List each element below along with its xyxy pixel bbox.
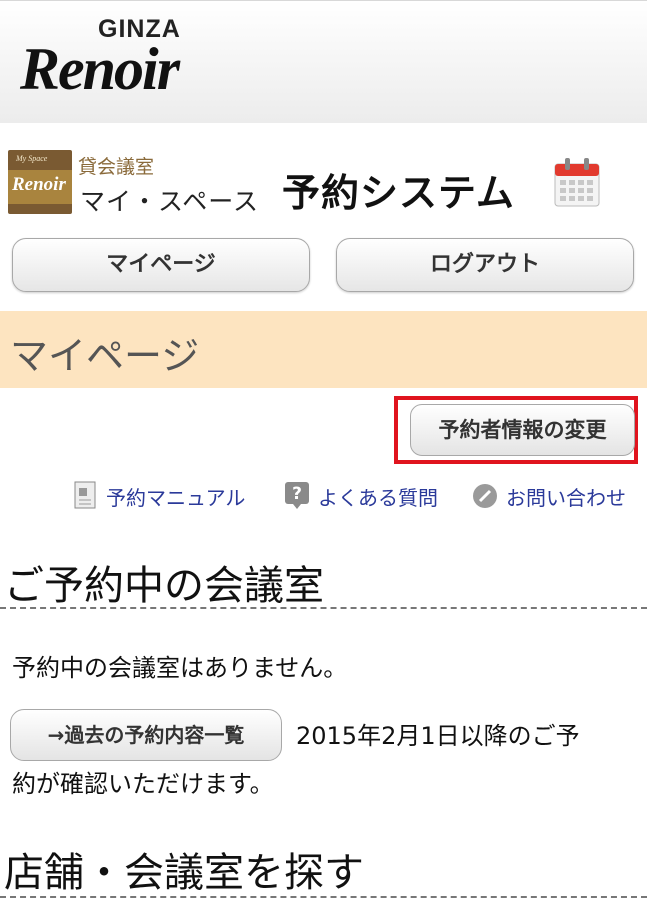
section-divider	[0, 607, 647, 609]
logo-renoir-script[interactable]: Renoir	[20, 35, 180, 104]
myspace-logo-icon: My Space Renoir	[8, 150, 72, 214]
site-header: GINZA Renoir	[0, 0, 647, 123]
manual-link[interactable]: 予約マニュアル	[72, 480, 262, 510]
pencil-circle-icon	[473, 484, 497, 508]
contact-link-label[interactable]: お問い合わせ	[506, 482, 626, 511]
edit-reserver-info-button[interactable]: 予約者情報の変更	[410, 404, 635, 456]
svg-text:?: ?	[292, 484, 302, 504]
question-icon: ?	[285, 482, 309, 509]
brand-row: My Space Renoir 貸会議室 マイ・スペース 予約システム	[8, 150, 647, 220]
logout-button[interactable]: ログアウト	[336, 238, 634, 292]
section-divider	[0, 896, 647, 898]
no-reservations-message: 予約中の会議室はありません。	[12, 654, 348, 682]
past-note-line1: 2015年2月1日以降のご予	[296, 722, 580, 750]
past-reservations-button[interactable]: →過去の予約内容一覧	[10, 709, 282, 761]
faq-link-label[interactable]: よくある質問	[318, 482, 438, 511]
brand-subtitle: 貸会議室	[78, 156, 155, 178]
document-icon	[74, 481, 96, 509]
system-title: 予約システム	[282, 171, 515, 215]
logo-small-text: My Space	[16, 154, 48, 163]
brand-name: マイ・スペース	[80, 187, 260, 216]
faq-link[interactable]: ? よくある質問	[284, 480, 454, 510]
search-section-title: 店舗・会議室を探す	[4, 850, 364, 896]
reservations-section-title: ご予約中の会議室	[4, 563, 324, 609]
contact-link[interactable]: お問い合わせ	[472, 480, 642, 510]
manual-link-label[interactable]: 予約マニュアル	[106, 482, 245, 511]
logo-name-text: Renoir	[12, 174, 66, 195]
calendar-icon	[554, 158, 600, 207]
page-title-bar: マイページ	[0, 311, 647, 388]
past-note-line2: 約が確認いただけます。	[12, 770, 274, 798]
mypage-button[interactable]: マイページ	[12, 238, 310, 292]
page-title: マイページ	[10, 334, 200, 378]
